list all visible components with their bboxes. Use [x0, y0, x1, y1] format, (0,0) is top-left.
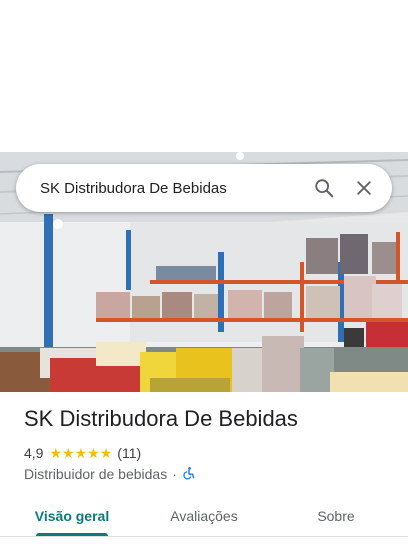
tab-overview[interactable]: Visão geral: [24, 496, 120, 536]
star-icon: ★: [62, 445, 75, 461]
star-icon: ★: [99, 445, 113, 461]
tab-bar: Visão geral Avaliações Sobre: [0, 496, 408, 536]
tab-reviews[interactable]: Avaliações: [156, 496, 252, 536]
review-count[interactable]: (11): [117, 445, 141, 461]
wheelchair-icon[interactable]: [182, 466, 196, 483]
search-input[interactable]: SK Distribudora De Bebidas: [40, 180, 304, 197]
star-icon: ★: [49, 445, 63, 461]
rating-stars: ★ ★ ★ ★ ★: [49, 446, 112, 460]
star-icon: ★: [74, 445, 88, 461]
place-category: Distribuidor de bebidas: [24, 466, 168, 482]
close-icon[interactable]: [344, 168, 384, 208]
place-title: SK Distribudora De Bebidas: [24, 406, 298, 431]
star-icon: ★: [87, 445, 100, 461]
separator-dot: ·: [172, 466, 177, 482]
map-area-blank: [0, 0, 408, 152]
category-row: Distribuidor de bebidas ·: [24, 465, 196, 483]
tab-about[interactable]: Sobre: [288, 496, 384, 536]
search-bar[interactable]: SK Distribudora De Bebidas: [16, 164, 392, 212]
rating-value: 4,9: [24, 445, 44, 461]
rating-row[interactable]: 4,9 ★ ★ ★ ★ ★ (11): [24, 444, 141, 462]
search-icon[interactable]: [304, 168, 344, 208]
tab-divider: [0, 536, 408, 537]
